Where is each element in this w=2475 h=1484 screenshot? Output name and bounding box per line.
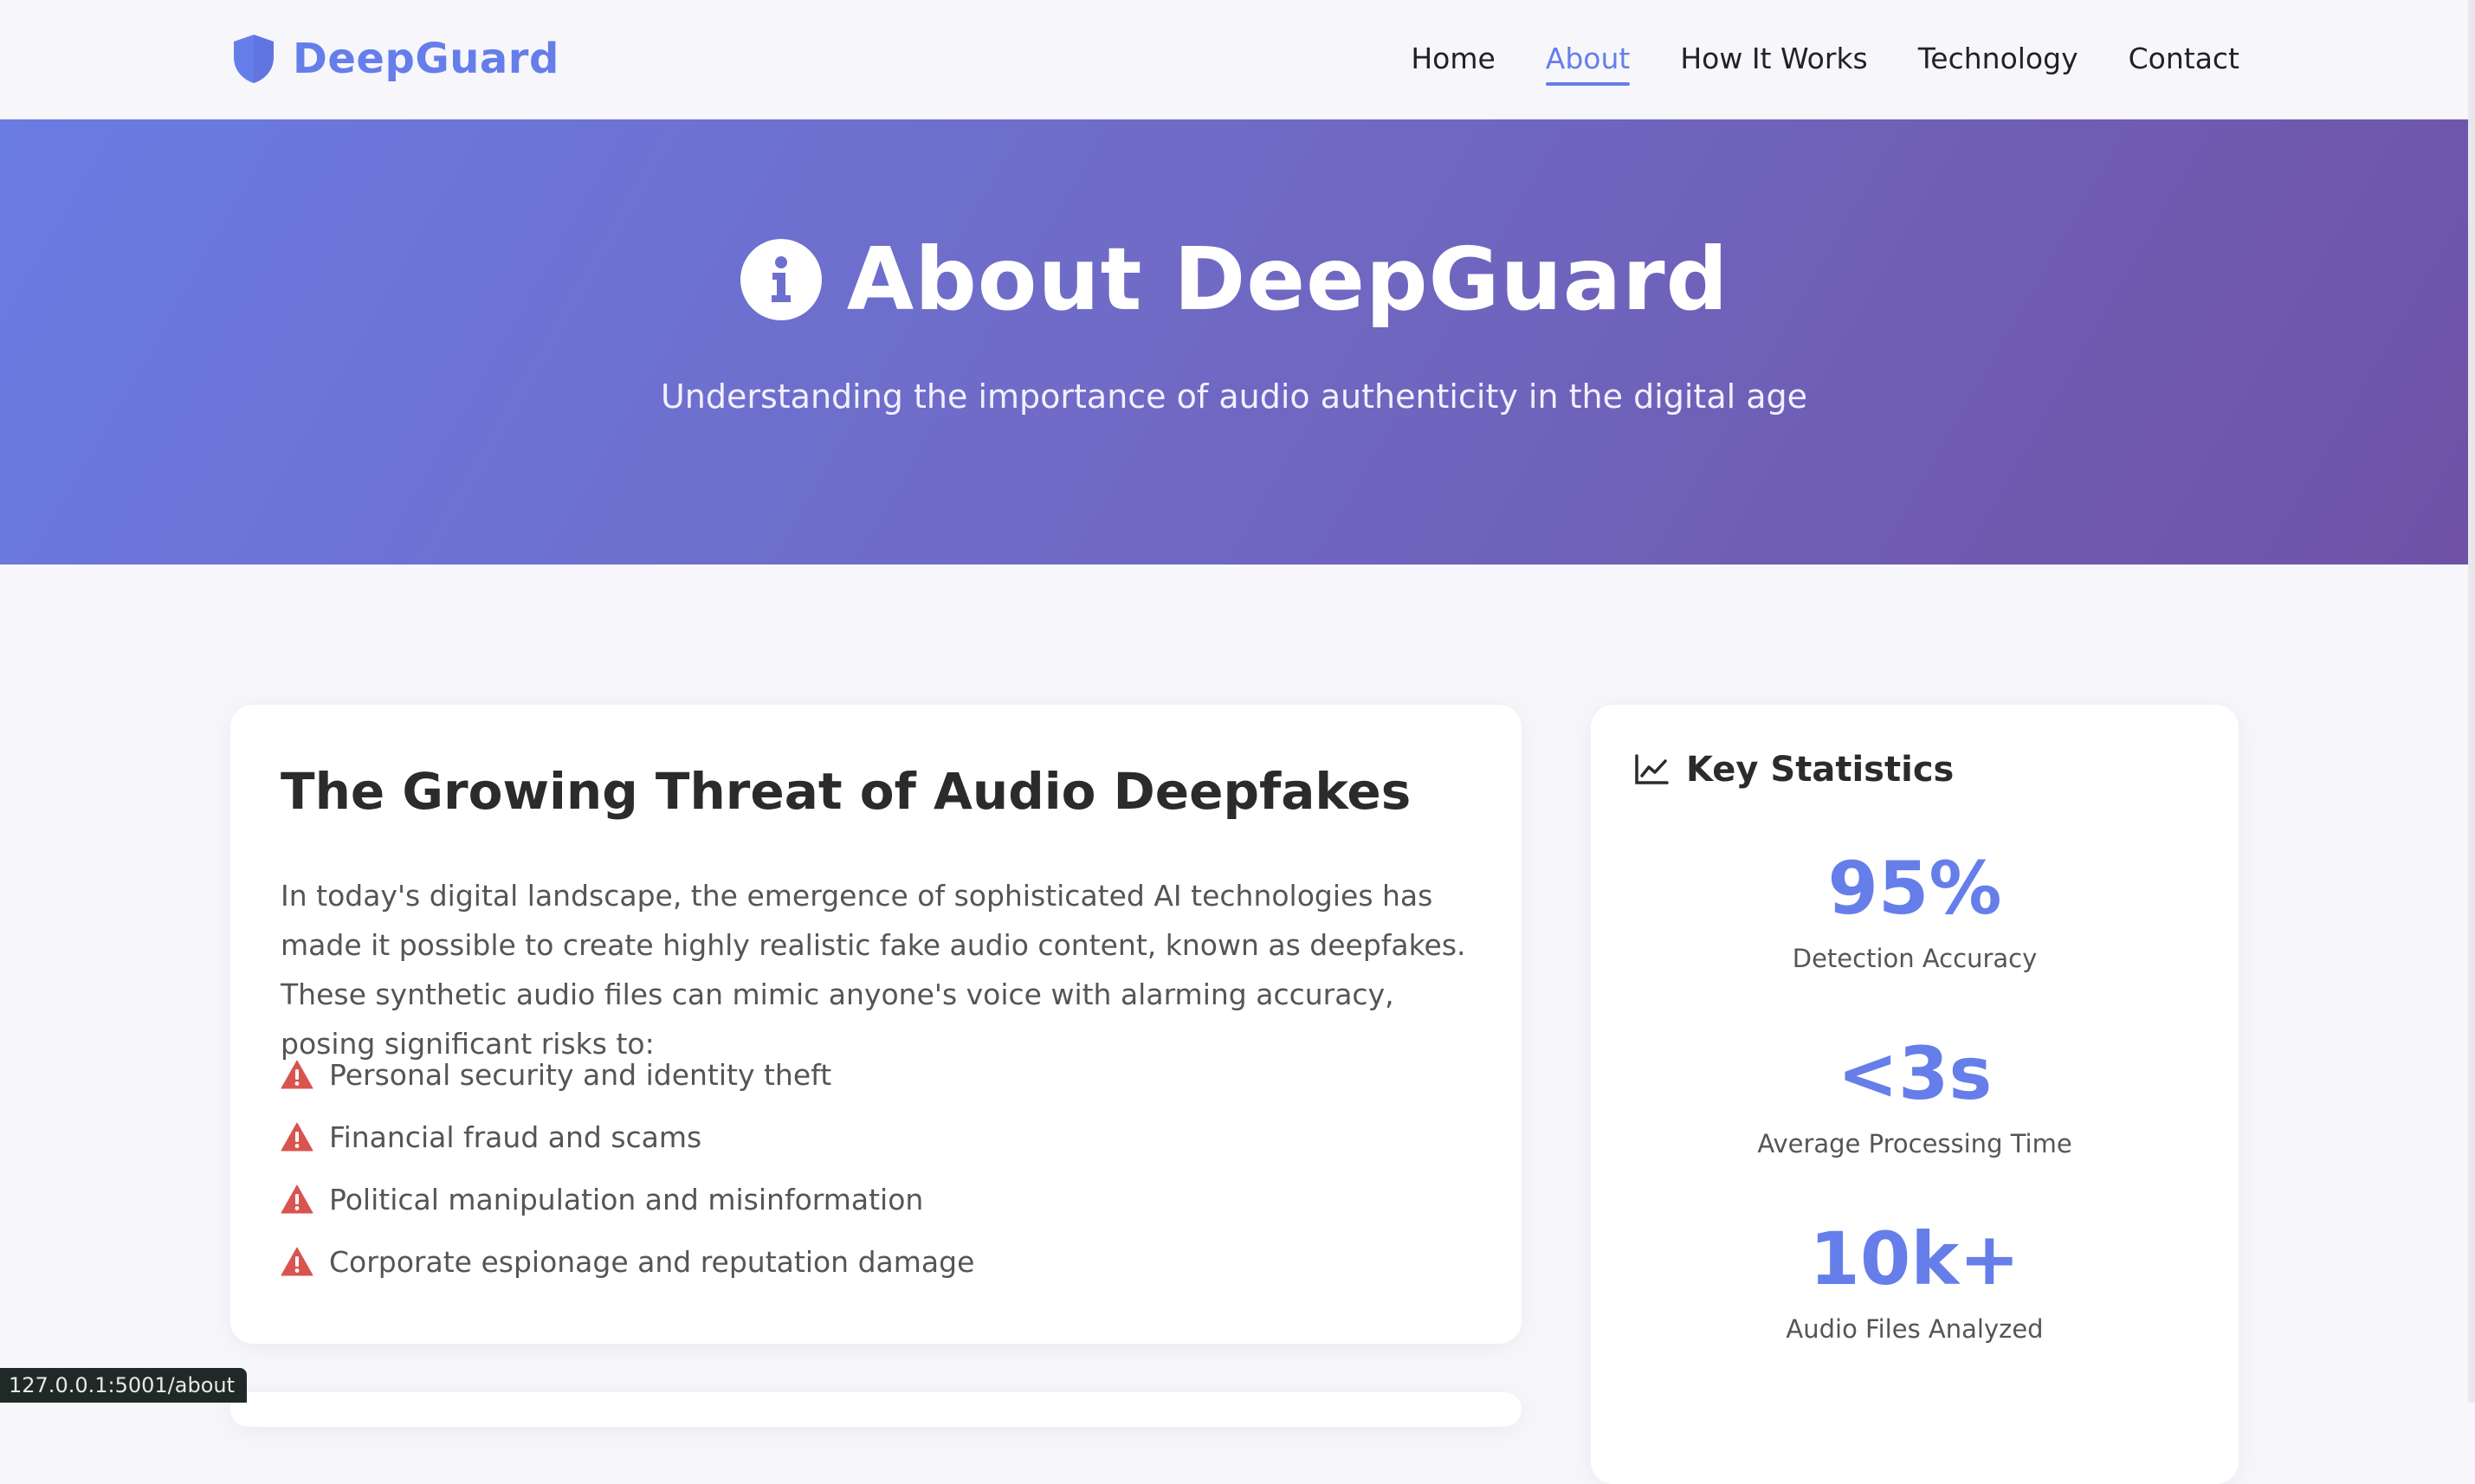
line-chart-icon — [1635, 754, 1669, 784]
risk-label: Personal security and identity theft — [329, 1057, 832, 1092]
shield-icon — [234, 35, 274, 83]
risk-list: Personal security and identity theft Fin… — [281, 1043, 974, 1293]
hero-title-row: About DeepGuard — [0, 229, 2468, 330]
stat-value: 95% — [1827, 846, 2002, 931]
warning-triangle-icon — [281, 1184, 313, 1214]
stats-header: Key Statistics — [1634, 750, 1954, 790]
stat-processing-time: <3s Average Processing Time — [1591, 1037, 2239, 1158]
stat-value: 10k+ — [1809, 1216, 2020, 1301]
warning-triangle-icon — [281, 1060, 313, 1089]
nav-item-contact[interactable]: Contact — [2129, 42, 2239, 81]
next-card — [230, 1392, 1522, 1427]
list-item: Financial fraud and scams — [281, 1106, 974, 1168]
risk-label: Corporate espionage and reputation damag… — [329, 1244, 975, 1279]
status-bar-url: 127.0.0.1:5001/about — [0, 1368, 247, 1403]
nav-item-how-it-works[interactable]: How It Works — [1680, 42, 1867, 81]
info-circle-icon — [740, 238, 822, 320]
navbar: DeepGuard Home About How It Works Techno… — [0, 0, 2468, 119]
stat-label: Average Processing Time — [1757, 1129, 2072, 1158]
stats-card: Key Statistics 95% Detection Accuracy <3… — [1591, 705, 2239, 1484]
threat-card-body: In today's digital landscape, the emerge… — [281, 879, 1466, 1061]
warning-triangle-icon — [281, 1122, 313, 1152]
stat-label: Detection Accuracy — [1792, 944, 2038, 973]
brand-name: DeepGuard — [293, 35, 559, 83]
list-item: Political manipulation and misinformatio… — [281, 1168, 974, 1230]
stats-title: Key Statistics — [1686, 750, 1955, 790]
stat-detection-accuracy: 95% Detection Accuracy — [1591, 852, 2239, 973]
warning-triangle-icon — [281, 1247, 313, 1276]
nav-links: Home About How It Works Technology Conta… — [1411, 36, 2239, 86]
list-item: Personal security and identity theft — [281, 1043, 974, 1106]
risk-label: Financial fraud and scams — [329, 1119, 702, 1154]
list-item: Corporate espionage and reputation damag… — [281, 1230, 974, 1293]
nav-item-about[interactable]: About — [1545, 42, 1630, 86]
risk-label: Political manipulation and misinformatio… — [329, 1182, 924, 1216]
nav-item-technology[interactable]: Technology — [1918, 42, 2078, 81]
brand-logo-link[interactable]: DeepGuard — [230, 33, 559, 85]
hero-banner: About DeepGuard Understanding the import… — [0, 119, 2468, 565]
page-title: About DeepGuard — [846, 229, 1729, 330]
stat-value: <3s — [1837, 1031, 1993, 1116]
stat-label: Audio Files Analyzed — [1786, 1314, 2044, 1344]
threat-card: The Growing Threat of Audio Deepfakes In… — [230, 705, 1522, 1344]
stat-files-analyzed: 10k+ Audio Files Analyzed — [1591, 1223, 2239, 1344]
nav-item-home[interactable]: Home — [1411, 42, 1495, 81]
page-subtitle: Understanding the importance of audio au… — [660, 377, 1808, 416]
scrollbar-track[interactable] — [2468, 0, 2475, 1403]
threat-card-title: The Growing Threat of Audio Deepfakes — [281, 762, 1412, 821]
